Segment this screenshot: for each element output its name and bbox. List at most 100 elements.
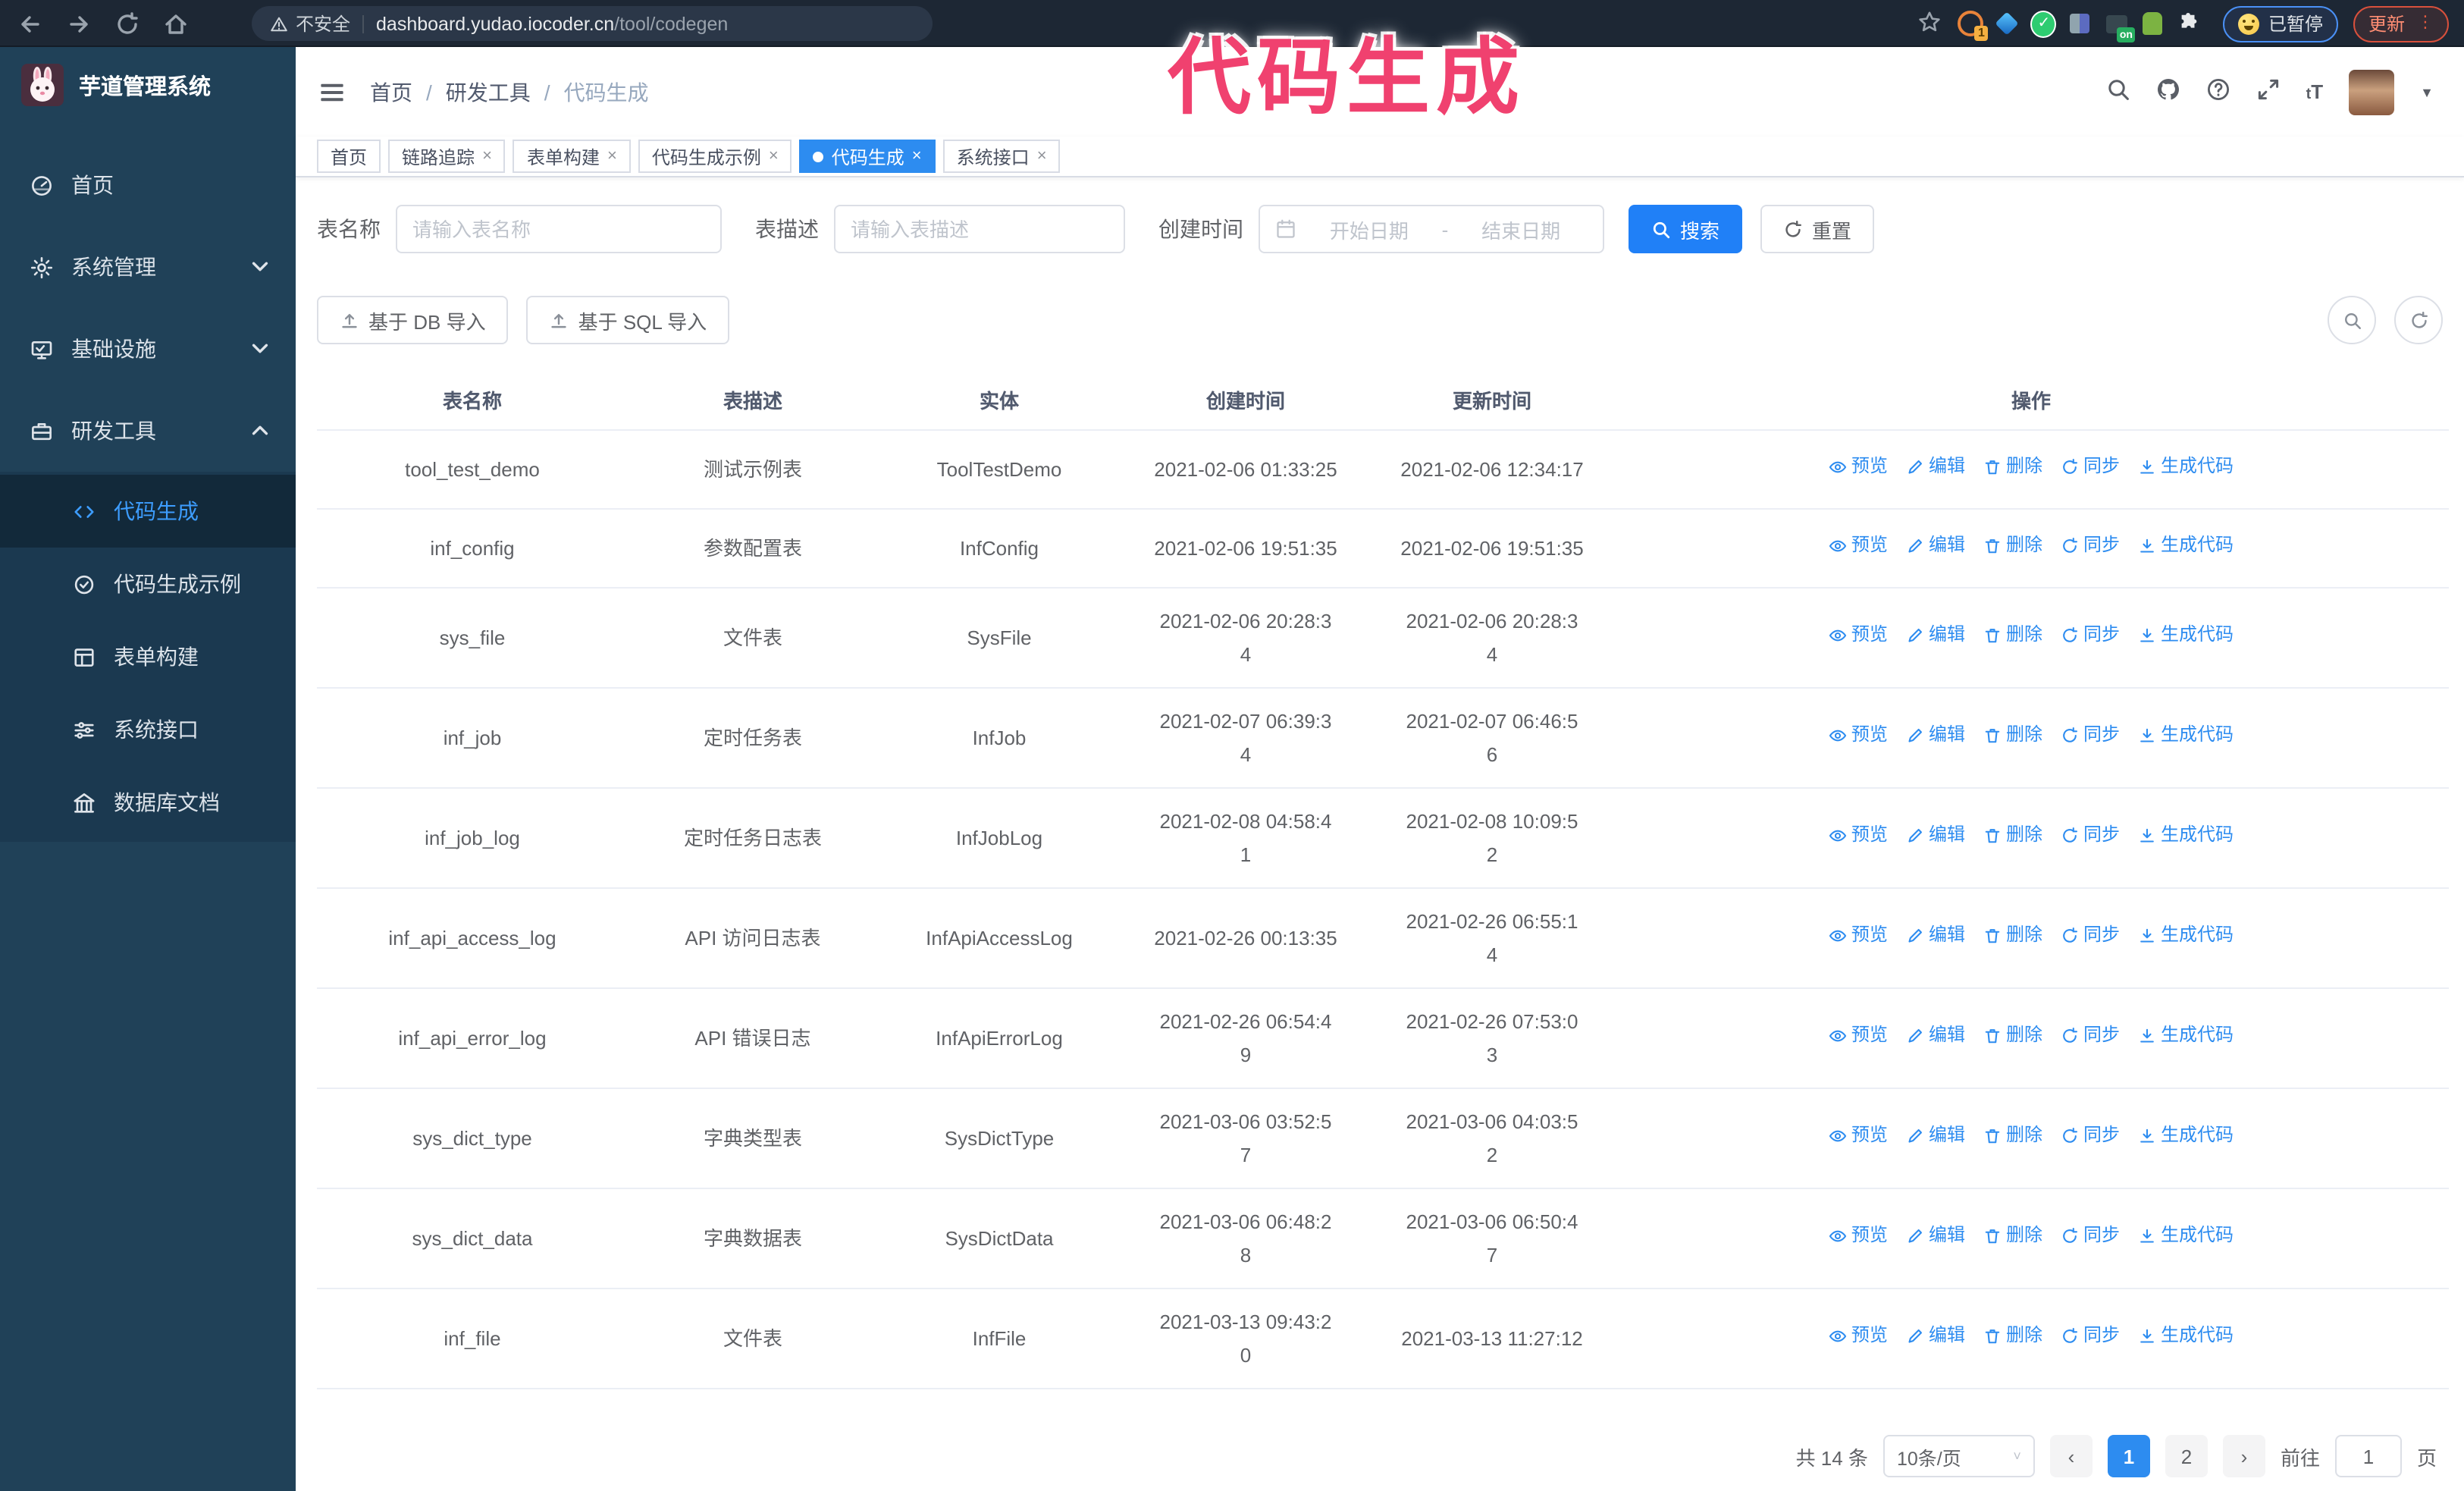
row-action-download[interactable]: 生成代码 (2138, 1022, 2234, 1052)
page-button-1[interactable]: 1 (2107, 1435, 2150, 1477)
row-action-edit[interactable]: 编辑 (1906, 1222, 1965, 1252)
hamburger-icon[interactable] (318, 78, 346, 105)
sidebar-item-codegen-example[interactable]: 代码生成示例 (0, 548, 296, 620)
tab-tracing[interactable]: 链路追踪 × (388, 140, 506, 173)
row-action-download[interactable]: 生成代码 (2138, 721, 2234, 752)
row-action-edit[interactable]: 编辑 (1906, 821, 1965, 852)
toggle-search-button[interactable] (2328, 296, 2376, 344)
tab-home[interactable]: 首页 (317, 140, 381, 173)
extension-icon-1[interactable]: 1 (1958, 11, 1989, 41)
search-icon[interactable] (2106, 77, 2130, 106)
search-button[interactable]: 搜索 (1629, 205, 1743, 253)
table-desc-input[interactable] (834, 205, 1125, 253)
row-action-sync[interactable]: 同步 (2061, 821, 2120, 852)
tab-system-api[interactable]: 系统接口 × (942, 140, 1061, 173)
github-icon[interactable] (2156, 77, 2180, 106)
next-page-button[interactable]: › (2222, 1435, 2265, 1477)
row-action-delete[interactable]: 删除 (1983, 921, 2042, 952)
close-icon[interactable]: × (769, 147, 779, 165)
extension-icon-4[interactable] (2067, 11, 2093, 36)
row-action-sync[interactable]: 同步 (2061, 1322, 2120, 1352)
prev-page-button[interactable]: ‹ (2049, 1435, 2093, 1477)
row-action-sync[interactable]: 同步 (2061, 921, 2120, 952)
row-action-download[interactable]: 生成代码 (2138, 921, 2234, 952)
url-bar[interactable]: 不安全 dashboard.yudao.iocoder.cn/tool/code… (252, 6, 933, 41)
row-action-edit[interactable]: 编辑 (1906, 621, 1965, 651)
row-action-download[interactable]: 生成代码 (2138, 821, 2234, 852)
row-action-delete[interactable]: 删除 (1983, 1322, 2042, 1352)
row-action-delete[interactable]: 删除 (1983, 621, 2042, 651)
row-action-eye[interactable]: 预览 (1829, 1022, 1888, 1052)
row-action-eye[interactable]: 预览 (1829, 921, 1888, 952)
sidebar-item-form-builder[interactable]: 表单构建 (0, 620, 296, 693)
sidebar-item-infra[interactable]: 基础设施 (0, 308, 296, 390)
row-action-edit[interactable]: 编辑 (1906, 721, 1965, 752)
kebab-menu-icon[interactable]: ⋮ (2417, 14, 2434, 32)
font-size-icon[interactable]: tT (2306, 80, 2324, 103)
row-action-eye[interactable]: 预览 (1829, 721, 1888, 752)
help-icon[interactable] (2206, 77, 2230, 106)
row-action-eye[interactable]: 预览 (1829, 532, 1888, 562)
avatar[interactable] (2349, 69, 2395, 115)
avatar-caret-icon[interactable]: ▼ (2420, 84, 2434, 99)
row-action-sync[interactable]: 同步 (2061, 532, 2120, 562)
row-action-download[interactable]: 生成代码 (2138, 1122, 2234, 1152)
forward-icon[interactable] (67, 11, 91, 36)
close-icon[interactable]: × (1037, 147, 1047, 165)
row-action-sync[interactable]: 同步 (2061, 1222, 2120, 1252)
close-icon[interactable]: × (607, 147, 617, 165)
sidebar-item-devtools[interactable]: 研发工具 (0, 390, 296, 472)
row-action-sync[interactable]: 同步 (2061, 1122, 2120, 1152)
row-action-edit[interactable]: 编辑 (1906, 1322, 1965, 1352)
row-action-edit[interactable]: 编辑 (1906, 921, 1965, 952)
extension-icon-3[interactable]: ✓ (2030, 10, 2057, 37)
sidebar-item-system[interactable]: 系统管理 (0, 226, 296, 308)
back-icon[interactable] (18, 11, 42, 36)
row-action-eye[interactable]: 预览 (1829, 453, 1888, 483)
extension-icon-5[interactable]: on (2104, 11, 2136, 42)
page-button-2[interactable]: 2 (2165, 1435, 2208, 1477)
sidebar-item-codegen[interactable]: 代码生成 (0, 475, 296, 548)
row-action-edit[interactable]: 编辑 (1906, 1022, 1965, 1052)
import-db-button[interactable]: 基于 DB 导入 (317, 296, 509, 344)
row-action-delete[interactable]: 删除 (1983, 721, 2042, 752)
update-button[interactable]: 更新 ⋮ (2353, 5, 2449, 42)
table-name-input[interactable] (396, 205, 722, 253)
extension-icon-2[interactable] (1995, 11, 2020, 36)
sidebar-item-system-api[interactable]: 系统接口 (0, 693, 296, 766)
row-action-delete[interactable]: 删除 (1983, 1022, 2042, 1052)
row-action-edit[interactable]: 编辑 (1906, 1122, 1965, 1152)
bookmark-star-icon[interactable] (1918, 11, 1941, 36)
row-action-download[interactable]: 生成代码 (2138, 621, 2234, 651)
reload-icon[interactable] (115, 11, 140, 36)
row-action-edit[interactable]: 编辑 (1906, 532, 1965, 562)
refresh-table-button[interactable] (2394, 296, 2443, 344)
row-action-download[interactable]: 生成代码 (2138, 1222, 2234, 1252)
reset-button[interactable]: 重置 (1760, 205, 1875, 253)
close-icon[interactable]: × (482, 147, 492, 165)
row-action-delete[interactable]: 删除 (1983, 532, 2042, 562)
row-action-eye[interactable]: 预览 (1829, 621, 1888, 651)
row-action-sync[interactable]: 同步 (2061, 621, 2120, 651)
tab-codegen[interactable]: 代码生成 × (799, 140, 936, 173)
row-action-delete[interactable]: 删除 (1983, 821, 2042, 852)
goto-page-input[interactable] (2334, 1435, 2402, 1477)
date-range-picker[interactable]: 开始日期 - 结束日期 (1259, 205, 1604, 253)
row-action-eye[interactable]: 预览 (1829, 821, 1888, 852)
row-action-download[interactable]: 生成代码 (2138, 532, 2234, 562)
sidebar-item-db-doc[interactable]: 数据库文档 (0, 766, 296, 839)
row-action-download[interactable]: 生成代码 (2138, 1322, 2234, 1352)
row-action-download[interactable]: 生成代码 (2138, 453, 2234, 483)
row-action-delete[interactable]: 删除 (1983, 1222, 2042, 1252)
fullscreen-icon[interactable] (2256, 77, 2281, 106)
close-icon[interactable]: × (912, 147, 922, 165)
row-action-edit[interactable]: 编辑 (1906, 453, 1965, 483)
sidebar-item-home[interactable]: 首页 (0, 144, 296, 226)
import-sql-button[interactable]: 基于 SQL 导入 (526, 296, 730, 344)
row-action-delete[interactable]: 删除 (1983, 453, 2042, 483)
extensions-puzzle-icon[interactable] (2177, 11, 2202, 36)
not-secure-warning[interactable]: 不安全 (270, 11, 350, 36)
row-action-eye[interactable]: 预览 (1829, 1322, 1888, 1352)
tab-form-builder[interactable]: 表单构建 × (513, 140, 631, 173)
row-action-eye[interactable]: 预览 (1829, 1222, 1888, 1252)
